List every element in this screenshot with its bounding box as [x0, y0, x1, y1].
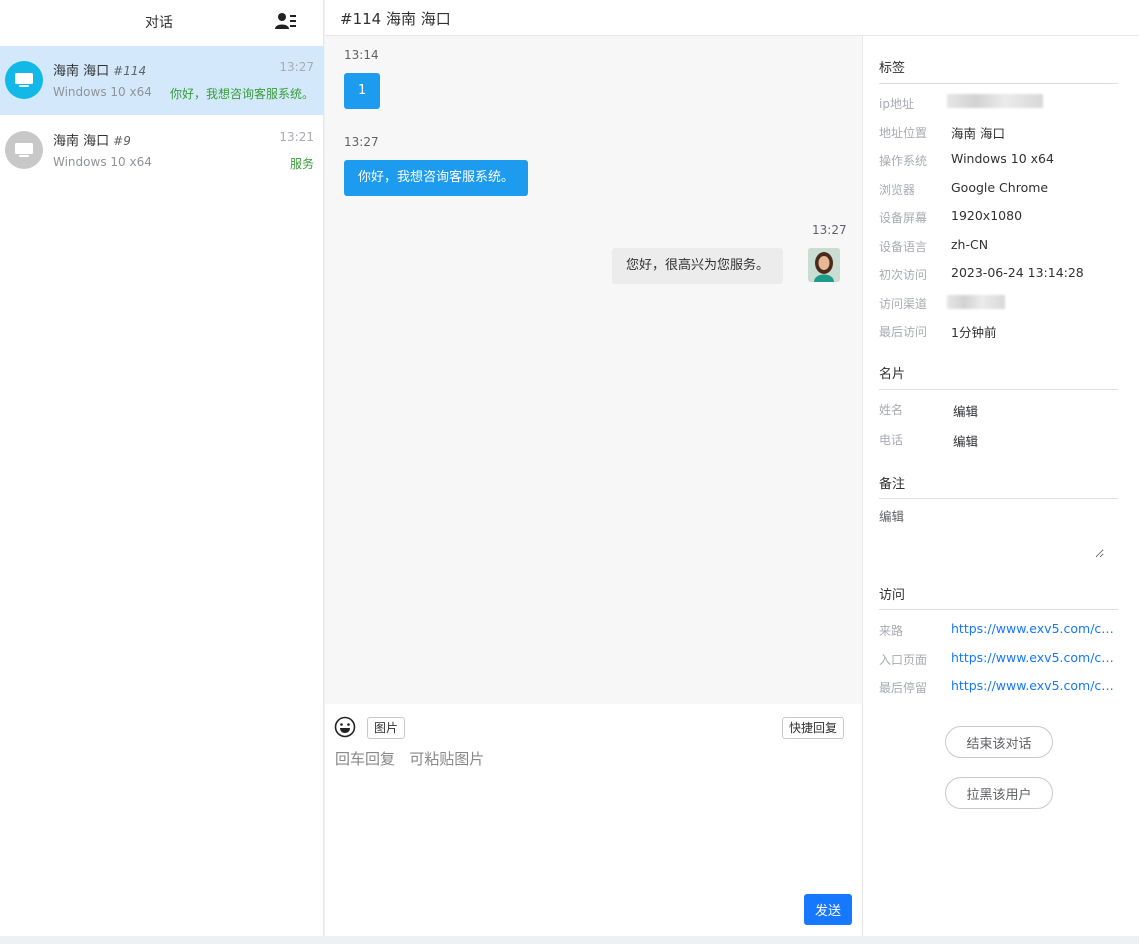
edit-phone-link[interactable]: 编辑: [953, 431, 978, 450]
field-label: 入口页面: [879, 653, 928, 667]
sidebar-title: 对话: [145, 15, 173, 31]
field-value: Windows 10 x64: [951, 151, 1054, 166]
sidebar-header: 对话: [0, 0, 323, 44]
conversation-sidebar: 对话 海南 海口 #114 13:27 Windows 10 x64 你好，我想咨…: [0, 0, 324, 936]
field-label: 来路: [879, 624, 904, 638]
conversation-item[interactable]: 海南 海口 #9 13:21 Windows 10 x64 服务: [0, 116, 324, 185]
tags-title: 标签: [879, 61, 906, 76]
conversation-id: #9: [113, 134, 131, 148]
conversation-os: Windows 10 x64: [53, 85, 152, 99]
divider: [879, 83, 1118, 84]
conversation-preview: 服务: [289, 157, 314, 171]
field-label: 访问渠道: [879, 297, 928, 311]
conversation-title: #114 海南 海口: [340, 10, 451, 28]
field-label: 设备屏幕: [879, 211, 928, 225]
message-composer: 图片 快捷回复 发送: [325, 704, 862, 936]
divider: [879, 609, 1118, 610]
last-page-link[interactable]: https://www.exv5.com/ch...: [951, 678, 1119, 693]
field-label: 设备语言: [879, 240, 928, 254]
field-value: zh-CN: [951, 237, 989, 252]
field-value: 1分钟前: [951, 325, 997, 340]
monitor-icon: [5, 131, 43, 169]
visitor-message: 你好，我想咨询客服系统。: [344, 160, 529, 196]
field-label: ip地址: [879, 97, 914, 111]
conversation-preview: 你好，我想咨询客服系统。: [169, 87, 314, 101]
redacted-value: [947, 94, 1043, 108]
quick-reply-button[interactable]: 快捷回复: [782, 717, 845, 739]
field-label: 初次访问: [879, 268, 928, 282]
field-label: 电话: [879, 433, 904, 447]
conversation-id: #114: [113, 64, 147, 78]
conversation-time: 13:21: [279, 130, 314, 144]
message-time: 13:27: [344, 135, 379, 149]
card-title: 名片: [879, 367, 906, 382]
entry-page-link[interactable]: https://www.exv5.com/ch...: [951, 650, 1119, 665]
conversation-location: 海南 海口 #9: [53, 134, 131, 149]
edit-name-link[interactable]: 编辑: [953, 401, 978, 420]
field-value: 2023-06-24 13:14:28: [951, 265, 1084, 280]
monitor-icon: [5, 61, 43, 99]
conversation-os: Windows 10 x64: [53, 155, 152, 169]
field-value: 1920x1080: [951, 208, 1023, 223]
field-label: 最后访问: [879, 325, 928, 339]
message-area[interactable]: 13:14 1 13:27 你好，我想咨询客服系统。 13:27 您好，很高兴为…: [325, 36, 862, 704]
field-value: Google Chrome: [951, 180, 1049, 195]
send-button[interactable]: 发送: [804, 894, 852, 925]
field-value: 海南 海口: [951, 126, 1005, 141]
field-label: 操作系统: [879, 154, 928, 168]
agent-message: 您好，很高兴为您服务。: [612, 248, 784, 284]
conversation-item[interactable]: 海南 海口 #114 13:27 Windows 10 x64 你好，我想咨询客服…: [0, 46, 324, 115]
image-button[interactable]: 图片: [367, 717, 406, 739]
note-title: 备注: [879, 477, 906, 492]
message-time: 13:14: [344, 48, 379, 62]
field-label: 最后停留: [879, 681, 928, 695]
divider: [879, 498, 1118, 499]
agent-avatar: [808, 248, 840, 282]
redacted-value: [947, 295, 1005, 309]
field-label: 姓名: [879, 403, 904, 417]
note-input[interactable]: [879, 506, 1104, 558]
field-label: 浏览器: [879, 183, 916, 197]
divider: [879, 389, 1118, 390]
visit-title: 访问: [879, 588, 906, 603]
conversation-location: 海南 海口 #114: [53, 64, 147, 79]
message-input[interactable]: [335, 748, 850, 878]
referrer-link[interactable]: https://www.exv5.com/ch...: [951, 621, 1119, 636]
message-time: 13:27: [812, 223, 847, 237]
conversation-time: 13:27: [279, 60, 314, 74]
chat-header: #114 海南 海口: [325, 0, 1139, 36]
end-conversation-button[interactable]: 结束该对话: [945, 726, 1053, 758]
visitor-message: 1: [344, 73, 381, 109]
field-label: 地址位置: [879, 126, 928, 140]
smile-icon[interactable]: [334, 716, 356, 738]
block-user-button[interactable]: 拉黑该用户: [945, 777, 1053, 809]
visitor-info-panel: 标签 ip地址 地址位置 海南 海口 操作系统 Windows 10 x64 浏…: [862, 36, 1139, 936]
contacts-list-icon[interactable]: [275, 12, 297, 30]
